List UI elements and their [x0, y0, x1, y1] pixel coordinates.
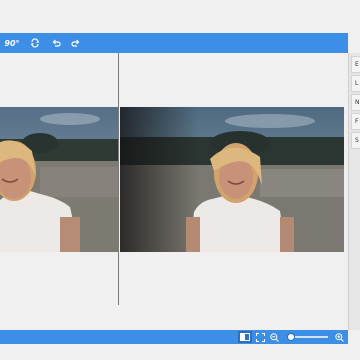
panel-item-1-label: E — [355, 61, 359, 68]
fit-view-button[interactable] — [254, 331, 266, 343]
rotate-90-button[interactable]: 90° — [4, 36, 20, 50]
rotate-90-label: 90° — [4, 38, 20, 48]
compare-view-icon — [240, 333, 250, 341]
after-image[interactable] — [120, 107, 344, 252]
panel-item-2-label: L — [355, 80, 359, 87]
zoom-slider-handle[interactable] — [287, 333, 295, 341]
undo-button[interactable] — [49, 36, 63, 50]
undo-icon — [52, 39, 61, 47]
panel-item-4-label: F — [355, 118, 359, 125]
panel-item-1[interactable]: E — [351, 56, 360, 73]
panel-item-5-label: S — [355, 137, 359, 144]
photo-after — [120, 107, 344, 252]
panel-item-3[interactable]: N — [351, 94, 360, 111]
compare-view-button[interactable] — [238, 331, 252, 343]
zoom-out-icon — [269, 332, 279, 342]
editor-toolbar: 90° — [0, 33, 348, 53]
zoom-in-button[interactable] — [333, 331, 345, 343]
photo-before — [0, 107, 118, 252]
redo-button[interactable] — [69, 36, 83, 50]
fit-view-icon — [255, 332, 265, 342]
panel-item-3-label: N — [355, 99, 360, 106]
window-bottom-area — [0, 344, 360, 360]
panel-item-2[interactable]: L — [351, 75, 360, 92]
zoom-in-icon — [334, 332, 344, 342]
window-top-area — [0, 0, 360, 33]
repeat-button[interactable] — [28, 36, 42, 50]
adjustments-panel: E L N F S — [348, 53, 360, 330]
repeat-icon — [30, 38, 40, 48]
before-image[interactable] — [0, 107, 118, 252]
zoom-out-button[interactable] — [268, 331, 280, 343]
compare-divider[interactable] — [118, 53, 119, 305]
view-controls-bar — [0, 330, 348, 344]
panel-item-4[interactable]: F — [351, 113, 360, 130]
panel-item-5[interactable]: S — [351, 132, 360, 149]
redo-icon — [71, 39, 80, 47]
